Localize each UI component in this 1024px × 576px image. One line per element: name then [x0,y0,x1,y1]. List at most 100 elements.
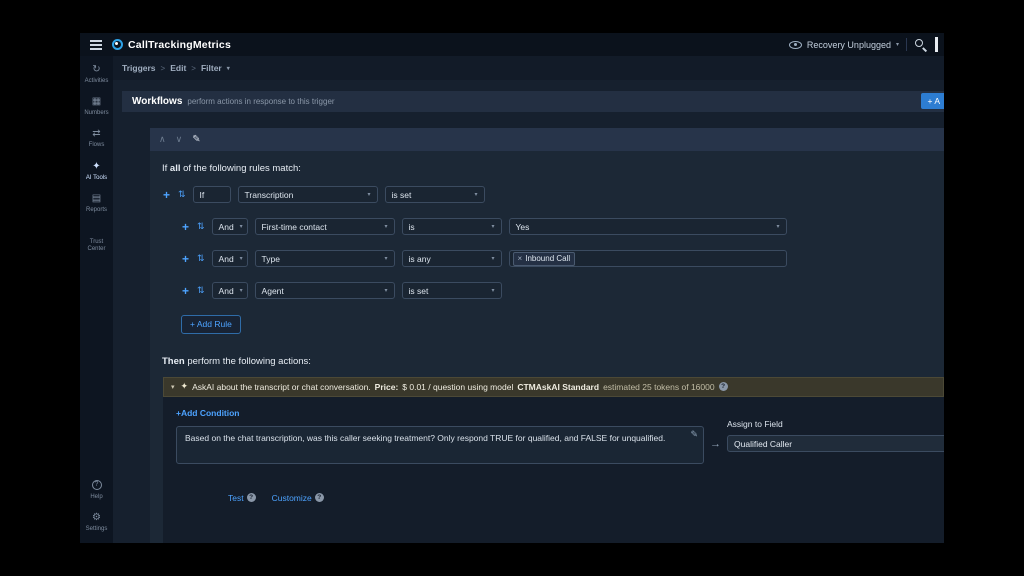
add-rule-icon[interactable]: + [181,286,190,296]
field-select[interactable]: Transcription▾ [238,186,378,203]
main-content: Triggers > Edit > Filter ▾ Workflows per… [113,56,944,543]
move-down-icon[interactable]: ∨ [176,134,183,145]
chevron-down-icon: ▾ [486,287,495,294]
sidebar-item-label: Help [90,494,102,501]
edit-prompt-icon[interactable]: ✎ [690,429,698,440]
tag-label: Inbound Call [525,254,570,263]
sidebar-item-ai-tools[interactable]: ✦ AI Tools [80,161,113,182]
account-menu[interactable]: Recovery Unplugged ▾ [789,40,899,50]
app-logo-text: CallTrackingMetrics [128,39,231,51]
help-icon: ? [92,480,102,492]
sidebar-item-label: Settings [86,526,108,533]
model-name: CTMAskAI Standard [517,382,599,392]
add-condition-link[interactable]: +Add Condition [176,408,240,418]
sparkle-icon: ✦ [92,161,100,173]
report-icon: ▤ [92,193,101,205]
field-select[interactable]: First-time contact▾ [255,218,395,235]
operator-select[interactable]: is▾ [402,218,502,235]
operator-select[interactable]: is set▾ [402,282,502,299]
askai-prompt-textarea[interactable]: Based on the chat transcription, was thi… [176,426,704,464]
hamburger-menu-icon[interactable] [90,44,102,46]
chevron-down-icon: ▾ [896,41,899,48]
reorder-icon[interactable]: ⇅ [178,189,186,200]
move-up-icon[interactable]: ∧ [159,134,166,145]
sidebar-item-label: Trust Center [80,239,113,253]
help-icon[interactable]: ? [719,382,728,391]
connector-label: If [193,186,231,203]
sidebar-item-trust-center[interactable]: Trust Center [80,225,113,253]
chevron-down-icon: ▾ [362,191,371,198]
workflows-subtitle: perform actions in response to this trig… [187,97,334,106]
reorder-icon[interactable]: ⇅ [197,253,205,264]
sidebar-item-settings[interactable]: ⚙ Settings [80,512,113,533]
rule-row: + ⇅ And▾ First-time contact▾ is▾ Yes▾ [181,218,944,235]
askai-action-body: +Add Condition Based on the chat transcr… [163,397,944,543]
add-rule-icon[interactable]: + [162,190,171,200]
assign-field-input[interactable] [727,435,944,452]
workflows-header: Workflows perform actions in response to… [122,91,944,112]
chevron-down-icon: ▾ [379,255,388,262]
breadcrumb-triggers[interactable]: Triggers [122,63,156,73]
sidebar-item-activities[interactable]: ↻ Activities [80,64,113,85]
breadcrumb-filter[interactable]: Filter [201,63,222,73]
workflows-title: Workflows [132,96,182,107]
reorder-icon[interactable]: ⇅ [197,285,205,296]
chevron-down-icon: ▾ [771,223,780,230]
reorder-icon[interactable]: ⇅ [197,221,205,232]
calltrackingmetrics-logo-icon [112,39,123,50]
value-tags-input[interactable]: × Inbound Call [509,250,787,267]
sidebar-item-label: Activities [85,78,109,85]
connector-select[interactable]: And▾ [212,250,248,267]
sidebar-item-help[interactable]: ? Help [80,480,113,501]
chevron-down-icon: ▾ [234,223,243,230]
tag-chip: × Inbound Call [513,252,576,266]
askai-action: ▾ ✦ AskAI about the transcript or chat c… [163,377,944,543]
add-rule-icon[interactable]: + [181,254,190,264]
workflow-toolbar: ∧ ∨ ✎ [150,128,944,151]
breadcrumb-edit[interactable]: Edit [170,63,186,73]
field-select[interactable]: Agent▾ [255,282,395,299]
eye-icon [789,41,802,49]
add-rule-button[interactable]: + Add Rule [181,315,241,334]
assign-to-field-label: Assign to Field [727,419,944,429]
sidebar-item-reports[interactable]: ▤ Reports [80,193,113,214]
cutoff-panel-edge [935,37,938,52]
price-label: Price: [375,382,399,392]
remove-tag-icon[interactable]: × [518,254,523,263]
sidebar: ↻ Activities ▦ Numbers ⇄ Flows ✦ AI Tool… [80,56,113,543]
rules-section: If all of the following rules match: + ⇅… [150,151,944,334]
operator-select[interactable]: is any▾ [402,250,502,267]
token-estimate: estimated 25 tokens of 16000 [603,382,715,392]
rule-row: + ⇅ And▾ Type▾ is any▾ × Inbound Call [181,250,944,267]
breadcrumb-separator: > [191,64,196,73]
grid-icon: ▦ [92,96,101,108]
search-icon[interactable] [914,38,927,51]
app-logo[interactable]: CallTrackingMetrics [112,39,231,51]
connector-select[interactable]: And▾ [212,218,248,235]
field-select[interactable]: Type▾ [255,250,395,267]
customize-link[interactable]: Customize? [272,493,324,503]
add-workflow-button[interactable]: + A [921,93,944,109]
test-link[interactable]: Test? [228,493,256,503]
workflow-panel: ∧ ∨ ✎ If all of the following rules matc… [150,128,944,543]
sidebar-item-numbers[interactable]: ▦ Numbers [80,96,113,117]
add-rule-icon[interactable]: + [181,222,190,232]
collapse-icon[interactable]: ▾ [171,383,175,391]
connector-select[interactable]: And▾ [212,282,248,299]
chevron-down-icon: ▾ [234,287,243,294]
edit-workflow-icon[interactable]: ✎ [192,134,200,145]
operator-select[interactable]: is set▾ [385,186,485,203]
rule-row: + ⇅ If Transcription▾ is set▾ [162,186,944,203]
chevron-down-icon: ▾ [379,287,388,294]
sidebar-item-label: Flows [89,142,105,149]
divider [906,38,907,51]
breadcrumb: Triggers > Edit > Filter ▾ [113,56,944,80]
top-bar: CallTrackingMetrics Recovery Unplugged ▾ [80,33,944,56]
sidebar-item-label: Reports [86,207,107,214]
activities-icon: ↻ [92,64,100,76]
chevron-down-icon: ▾ [486,223,495,230]
arrow-right-icon: → [710,438,721,450]
value-select[interactable]: Yes▾ [509,218,787,235]
breadcrumb-separator: > [161,64,166,73]
sidebar-item-flows[interactable]: ⇄ Flows [80,128,113,149]
